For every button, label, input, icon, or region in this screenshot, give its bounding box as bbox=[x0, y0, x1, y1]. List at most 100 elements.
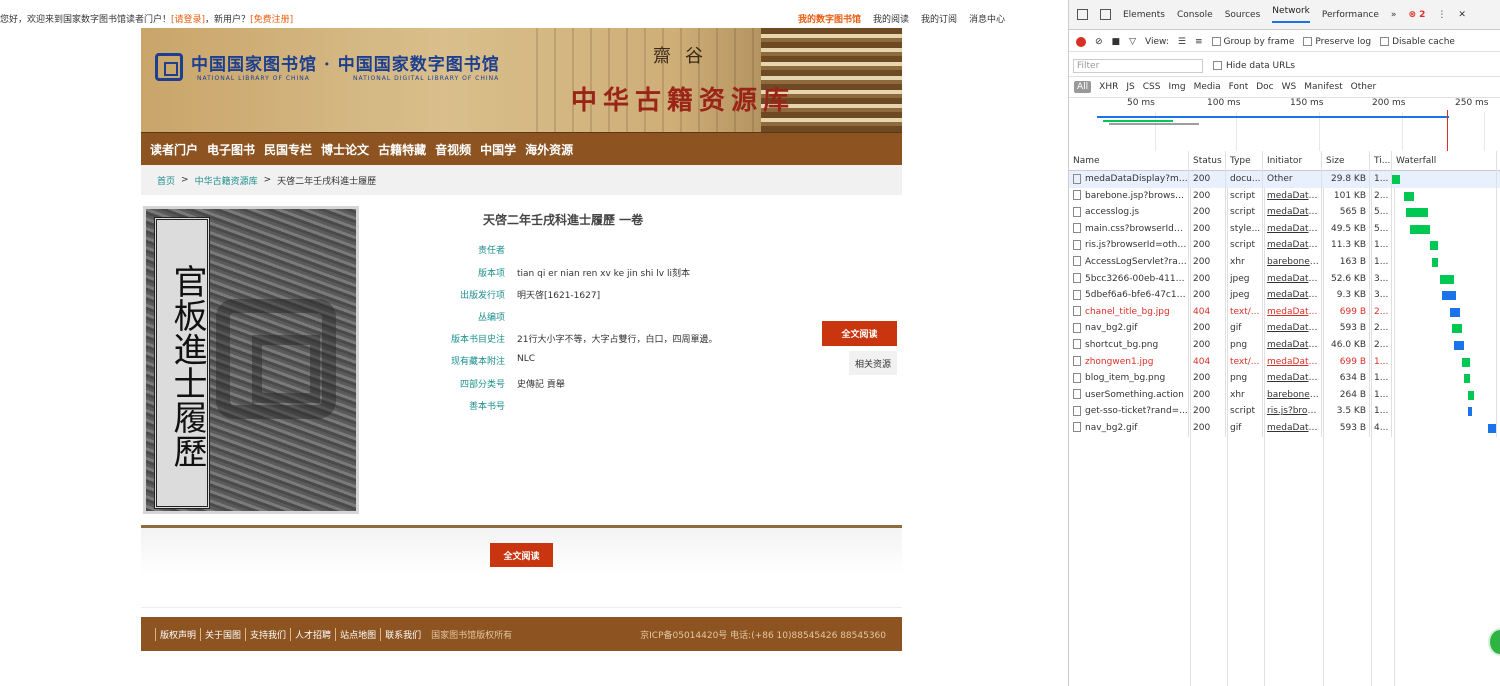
camera-icon[interactable]: ■ bbox=[1112, 37, 1121, 47]
request-init[interactable]: ris.js?brow... bbox=[1263, 403, 1322, 420]
col-size[interactable]: Size bbox=[1322, 150, 1370, 171]
preserve-log-checkbox[interactable]: Preserve log bbox=[1303, 37, 1371, 47]
request-row[interactable]: accesslog.js 200 script medaData... 565 B 5..… bbox=[1069, 204, 1500, 221]
request-row[interactable]: userSomething.action 200 xhr barebone.j... 2… bbox=[1069, 386, 1500, 404]
type-other[interactable]: Other bbox=[1351, 82, 1377, 92]
col-initiator[interactable]: Initiator bbox=[1263, 150, 1322, 171]
request-init[interactable]: medaData... bbox=[1263, 419, 1322, 437]
col-waterfall[interactable]: Waterfall bbox=[1392, 150, 1497, 171]
nav-item-republic[interactable]: 民国专栏 bbox=[264, 141, 312, 158]
request-row[interactable]: ris.js?browserId=othe... 200 script medaDat… bbox=[1069, 237, 1500, 254]
nav-item-ebooks[interactable]: 电子图书 bbox=[207, 141, 255, 158]
request-init[interactable]: medaData... bbox=[1263, 320, 1322, 337]
request-row[interactable]: zhongwen1.jpg 404 text/... medaData... 699 B… bbox=[1069, 353, 1500, 371]
register-link[interactable]: [免费注册] bbox=[250, 15, 293, 25]
type-ws[interactable]: WS bbox=[1282, 82, 1297, 92]
type-media[interactable]: Media bbox=[1194, 82, 1221, 92]
request-init[interactable]: barebone.j... bbox=[1263, 386, 1322, 404]
request-init[interactable]: medaData... bbox=[1263, 353, 1322, 371]
request-init[interactable]: medaData... bbox=[1263, 187, 1322, 205]
request-init[interactable]: medaData... bbox=[1263, 204, 1322, 221]
nav-item-theses[interactable]: 博士论文 bbox=[321, 141, 369, 158]
request-row[interactable]: get-sso-ticket?rand=... 200 script ris.js?b… bbox=[1069, 403, 1500, 420]
request-init[interactable]: medaData... bbox=[1263, 270, 1322, 288]
inspect-icon[interactable] bbox=[1077, 9, 1088, 20]
disable-cache-checkbox[interactable]: Disable cache bbox=[1380, 37, 1455, 47]
request-row[interactable]: nav_bg2.gif 200 gif medaData... 593 B 2... bbox=[1069, 320, 1500, 337]
col-status[interactable]: Status bbox=[1189, 150, 1226, 171]
request-row[interactable]: barebone.jsp?browse... 200 script medaData.… bbox=[1069, 187, 1500, 205]
footer-link-contact[interactable]: 联系我们 bbox=[380, 627, 425, 641]
col-name[interactable]: Name bbox=[1069, 150, 1189, 171]
record-icon[interactable] bbox=[1076, 36, 1086, 47]
footer-link-support[interactable]: 支持我们 bbox=[245, 627, 290, 641]
filter-input[interactable]: Filter bbox=[1073, 58, 1203, 73]
file-icon bbox=[1073, 173, 1081, 184]
type-doc[interactable]: Doc bbox=[1256, 82, 1273, 92]
my-reading-link[interactable]: 我的阅读 bbox=[873, 12, 909, 25]
tab-console[interactable]: Console bbox=[1177, 10, 1213, 20]
waterfall-view-icon[interactable]: ≡ bbox=[1195, 37, 1203, 47]
col-time[interactable]: Ti... bbox=[1370, 150, 1392, 171]
request-row[interactable]: main.css?browserId=... 200 style... medaDat… bbox=[1069, 220, 1500, 238]
login-link[interactable]: [请登录] bbox=[171, 15, 205, 25]
tab-network[interactable]: Network bbox=[1272, 6, 1310, 23]
nav-item-reader-portal[interactable]: 读者门户 bbox=[150, 141, 198, 158]
request-row[interactable]: AccessLogServlet?ran... 200 xhr barebone.j.… bbox=[1069, 253, 1500, 271]
filter-icon[interactable]: ▽ bbox=[1129, 37, 1136, 47]
device-toggle-icon[interactable] bbox=[1100, 9, 1111, 20]
nav-item-ancient-books[interactable]: 古籍特藏 bbox=[378, 141, 426, 158]
request-init[interactable]: medaData... bbox=[1263, 336, 1322, 354]
type-js[interactable]: JS bbox=[1126, 82, 1134, 92]
more-tabs-button[interactable]: » bbox=[1391, 10, 1397, 20]
footer-link-copyright[interactable]: 版权声明 bbox=[155, 627, 200, 641]
nav-item-overseas[interactable]: 海外资源 bbox=[525, 141, 573, 158]
request-init[interactable]: medaData... bbox=[1263, 370, 1322, 387]
type-font[interactable]: Font bbox=[1229, 82, 1249, 92]
nav-item-audio-video[interactable]: 音视频 bbox=[435, 141, 471, 158]
footer-link-jobs[interactable]: 人才招聘 bbox=[290, 627, 335, 641]
type-all[interactable]: All bbox=[1074, 81, 1092, 93]
request-row[interactable]: medaDataDisplay?me... 200 docu... Other 29.8… bbox=[1069, 171, 1500, 188]
request-row[interactable]: nav_bg2.gif 200 gif medaData... 593 B 4... bbox=[1069, 419, 1500, 437]
tab-performance[interactable]: Performance bbox=[1322, 10, 1379, 20]
tab-sources[interactable]: Sources bbox=[1225, 10, 1261, 20]
clear-icon[interactable]: ⊘ bbox=[1095, 37, 1103, 47]
request-row[interactable]: blog_item_bg.png 200 png medaData... 634 B 1.… bbox=[1069, 370, 1500, 387]
request-init[interactable]: medaData... bbox=[1263, 237, 1322, 254]
request-init[interactable]: medaData... bbox=[1263, 220, 1322, 238]
banner-title[interactable]: 中国国家图书馆 · 中国国家数字图书馆 bbox=[191, 50, 500, 75]
full-text-read-button-2[interactable]: 全文阅读 bbox=[490, 543, 553, 567]
footer-link-about[interactable]: 关于国图 bbox=[200, 627, 245, 641]
request-row[interactable]: 5dbef6a6-bfe6-47c1-... 200 jpeg medaData...… bbox=[1069, 287, 1500, 304]
request-row[interactable]: chanel_title_bg.jpg 404 text/... medaData..… bbox=[1069, 303, 1500, 321]
list-view-icon[interactable]: ☰ bbox=[1178, 37, 1186, 47]
col-type[interactable]: Type bbox=[1226, 150, 1263, 171]
nav-item-sinology[interactable]: 中国学 bbox=[480, 141, 516, 158]
request-init[interactable]: medaData... bbox=[1263, 303, 1322, 321]
breadcrumb-home[interactable]: 首页 bbox=[157, 174, 175, 187]
close-icon[interactable]: ✕ bbox=[1458, 10, 1466, 20]
related-resources-button[interactable]: 相关资源 bbox=[849, 351, 897, 375]
my-library-link[interactable]: 我的数字图书馆 bbox=[798, 12, 861, 25]
type-manifest[interactable]: Manifest bbox=[1304, 82, 1342, 92]
kebab-menu-icon[interactable]: ⋮ bbox=[1437, 10, 1446, 20]
waterfall-bar bbox=[1430, 241, 1438, 251]
my-subscription-link[interactable]: 我的订阅 bbox=[921, 12, 957, 25]
nlc-logo-icon[interactable] bbox=[155, 53, 183, 81]
error-counter[interactable]: ⊗ 2 bbox=[1408, 10, 1425, 20]
request-init[interactable]: medaData... bbox=[1263, 287, 1322, 304]
group-by-frame-checkbox[interactable]: Group by frame bbox=[1211, 37, 1294, 47]
request-row[interactable]: shortcut_bg.png 200 png medaData... 46.0 KB 2… bbox=[1069, 336, 1500, 354]
type-img[interactable]: Img bbox=[1168, 82, 1185, 92]
hide-data-urls-checkbox[interactable]: Hide data URLs bbox=[1213, 61, 1295, 71]
message-center-link[interactable]: 消息中心 bbox=[969, 12, 1005, 25]
type-xhr[interactable]: XHR bbox=[1099, 82, 1118, 92]
breadcrumb-library[interactable]: 中华古籍资源库 bbox=[195, 174, 258, 187]
request-init[interactable]: barebone.j... bbox=[1263, 253, 1322, 271]
tab-elements[interactable]: Elements bbox=[1123, 10, 1165, 20]
full-text-read-button[interactable]: 全文阅读 bbox=[822, 321, 897, 346]
type-css[interactable]: CSS bbox=[1143, 82, 1161, 92]
request-row[interactable]: 5bcc3266-00eb-4116-... 200 jpeg medaData...… bbox=[1069, 270, 1500, 288]
footer-link-sitemap[interactable]: 站点地图 bbox=[335, 627, 380, 641]
